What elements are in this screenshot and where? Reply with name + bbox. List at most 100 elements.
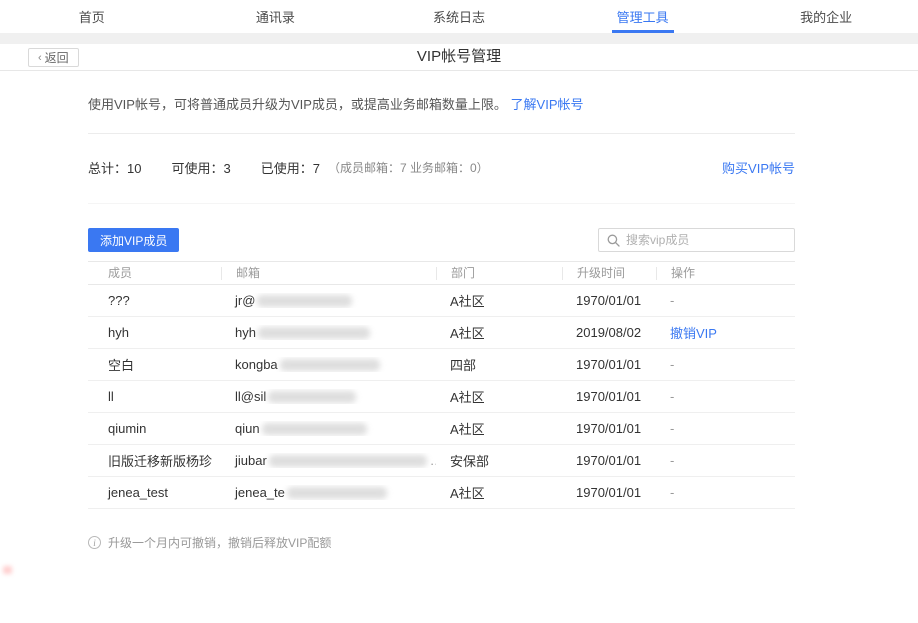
action-cell: - (656, 421, 795, 436)
upgrade-time-cell: 1970/01/01 (562, 421, 656, 436)
action-cell: - (656, 389, 795, 404)
back-chevron-icon: ‹ (38, 52, 42, 64)
email-cell: qiun (221, 421, 436, 436)
upgrade-time-cell: 1970/01/01 (562, 453, 656, 468)
nav-item-home[interactable]: 首页 (0, 0, 184, 33)
email-prefix: jr@ (235, 293, 255, 308)
redacted-email-blur (258, 327, 370, 339)
stat-total: 总计：10 (88, 158, 141, 177)
action-cell: - (656, 357, 795, 372)
intro-text: 使用VIP帐号，可将普通成员升级为VIP成员，或提高业务邮箱数量上限。 了解VI… (88, 71, 795, 112)
table-header-row: 成员 邮箱 部门 升级时间 操作 (88, 261, 795, 285)
action-cell: - (656, 453, 795, 468)
member-cell: qiumin (88, 421, 221, 436)
footer-note-text: 升级一个月内可撤销，撤销后释放VIP配额 (108, 534, 331, 551)
back-button[interactable]: ‹ 返回 (28, 48, 79, 67)
department-cell: A社区 (436, 387, 562, 406)
department-cell: A社区 (436, 483, 562, 502)
info-icon: i (88, 536, 101, 549)
search-icon (607, 234, 620, 247)
email-cell: jiubar… (221, 453, 436, 468)
stats-row: 总计：10 可使用：3 已使用：7 （成员邮箱：7 业务邮箱：0） 购买VIP帐… (88, 157, 795, 177)
email-prefix: kongba (235, 357, 278, 372)
table-row: 空白 kongba 四部 1970/01/01 - (88, 349, 795, 381)
redacted-email-blur (268, 391, 356, 403)
column-header-upgrade-time: 升级时间 (562, 267, 656, 280)
department-cell: A社区 (436, 291, 562, 310)
action-cell: - (656, 485, 795, 500)
column-header-department: 部门 (436, 267, 562, 280)
top-nav: 首页 通讯录 系统日志 管理工具 我的企业 (0, 0, 918, 33)
main-content: 使用VIP帐号，可将普通成员升级为VIP成员，或提高业务邮箱数量上限。 了解VI… (88, 71, 795, 551)
nav-item-contacts[interactable]: 通讯录 (184, 0, 368, 33)
member-cell: ??? (88, 293, 221, 308)
nav-item-my-enterprise[interactable]: 我的企业 (734, 0, 918, 33)
department-cell: 四部 (436, 355, 562, 374)
department-cell: A社区 (436, 419, 562, 438)
redacted-email-blur (280, 359, 380, 371)
toolbar: 添加VIP成员 (88, 228, 795, 252)
department-cell: A社区 (436, 323, 562, 342)
redacted-email-blur (257, 295, 352, 307)
stat-available: 可使用：3 (171, 158, 230, 177)
upgrade-time-cell: 2019/08/02 (562, 325, 656, 340)
department-cell: 安保部 (436, 451, 562, 470)
table-row: ??? jr@ A社区 1970/01/01 - (88, 285, 795, 317)
email-cell: jenea_te (221, 485, 436, 500)
upgrade-time-cell: 1970/01/01 (562, 357, 656, 372)
buy-vip-link[interactable]: 购买VIP帐号 (722, 158, 795, 177)
email-cell: ll@sil (221, 389, 436, 404)
redacted-email-blur (287, 487, 387, 499)
search-box[interactable] (598, 228, 795, 252)
search-input[interactable] (626, 233, 786, 247)
email-cell: jr@ (221, 293, 436, 308)
redacted-email-blur (269, 455, 427, 467)
vip-account-management-page: 首页 通讯录 系统日志 管理工具 我的企业 ‹ 返回 VIP帐号管理 使用VIP… (0, 0, 918, 623)
upgrade-time-cell: 1970/01/01 (562, 485, 656, 500)
table-row: 旧版迁移新版杨珍 jiubar… 安保部 1970/01/01 - (88, 445, 795, 477)
member-cell: 空白 (88, 355, 221, 374)
nav-item-system-log[interactable]: 系统日志 (367, 0, 551, 33)
email-prefix: jiubar (235, 453, 267, 468)
revoke-vip-link[interactable]: 撤销VIP (670, 326, 717, 341)
divider-faint (88, 203, 795, 204)
stat-used: 已使用：7 (261, 158, 320, 177)
divider (88, 133, 795, 134)
footer-note: i 升级一个月内可撤销，撤销后释放VIP配额 (88, 534, 795, 551)
upgrade-time-cell: 1970/01/01 (562, 293, 656, 308)
subnav-strip (0, 33, 918, 44)
page-header: ‹ 返回 VIP帐号管理 (0, 44, 918, 71)
learn-vip-link[interactable]: 了解VIP帐号 (511, 97, 584, 112)
redacted-email-blur (262, 423, 367, 435)
quota-stats: 总计：10 可使用：3 已使用：7 （成员邮箱：7 业务邮箱：0） (88, 158, 489, 177)
email-prefix: ll@sil (235, 389, 266, 404)
upgrade-time-cell: 1970/01/01 (562, 389, 656, 404)
member-cell: hyh (88, 325, 221, 340)
column-header-email: 邮箱 (221, 267, 436, 280)
member-cell: ll (88, 389, 221, 404)
add-vip-member-button[interactable]: 添加VIP成员 (88, 228, 179, 252)
table-row: jenea_test jenea_te A社区 1970/01/01 - (88, 477, 795, 509)
table-row: qiumin qiun A社区 1970/01/01 - (88, 413, 795, 445)
table-row: hyh hyh A社区 2019/08/02 撤销VIP (88, 317, 795, 349)
page-title: VIP帐号管理 (0, 44, 918, 69)
nav-item-management-tools[interactable]: 管理工具 (551, 0, 735, 33)
table-body: ??? jr@ A社区 1970/01/01 - hyh hyh A社区 201… (88, 285, 795, 509)
action-cell: 撤销VIP (656, 323, 795, 342)
email-prefix: hyh (235, 325, 256, 340)
email-cell: kongba (221, 357, 436, 372)
table-row: ll ll@sil A社区 1970/01/01 - (88, 381, 795, 413)
back-label: 返回 (45, 49, 69, 66)
action-cell: - (656, 293, 795, 308)
member-cell: 旧版迁移新版杨珍 (88, 451, 221, 470)
column-header-action: 操作 (656, 267, 795, 280)
artifact-dot (3, 566, 12, 574)
member-cell: jenea_test (88, 485, 221, 500)
email-cell: hyh (221, 325, 436, 340)
vip-members-table: 成员 邮箱 部门 升级时间 操作 ??? jr@ A社区 1970/01/01 … (88, 261, 795, 509)
stat-used-detail: （成员邮箱：7 业务邮箱：0） (328, 159, 489, 176)
intro-description: 使用VIP帐号，可将普通成员升级为VIP成员，或提高业务邮箱数量上限。 (88, 97, 507, 112)
email-prefix: jenea_te (235, 485, 285, 500)
column-header-member: 成员 (88, 267, 221, 280)
email-prefix: qiun (235, 421, 260, 436)
